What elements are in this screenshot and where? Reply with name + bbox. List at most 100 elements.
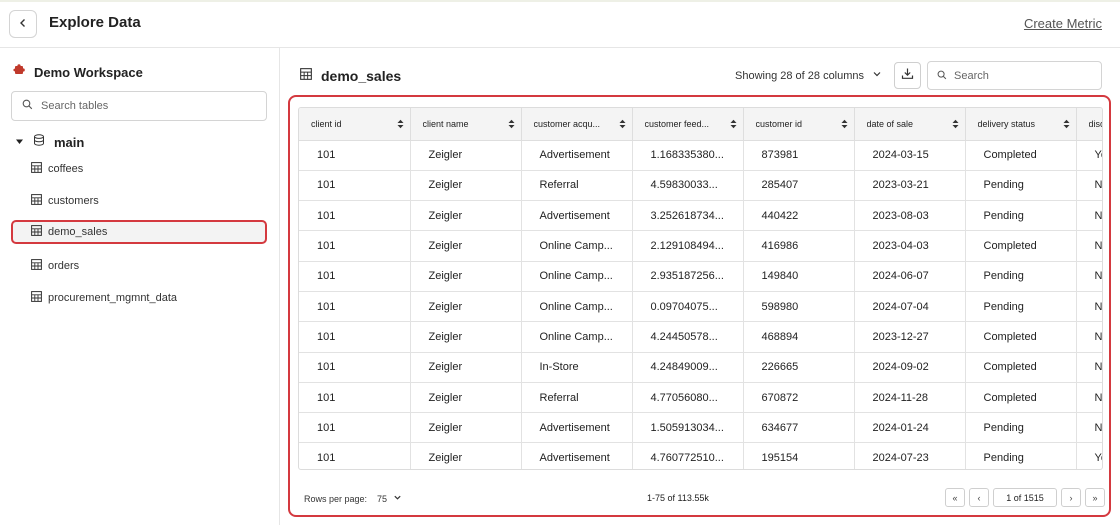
search-input[interactable] <box>954 69 1084 82</box>
row-range-label: 1-75 of 113.55k <box>647 493 709 503</box>
rows-per-page-value[interactable]: 75 <box>377 494 387 504</box>
table-cell: No <box>1076 352 1102 383</box>
sidebar-item-coffees[interactable]: coffees <box>11 157 267 181</box>
table-cell: 101 <box>299 170 411 202</box>
table-cell: 226665 <box>743 352 855 383</box>
rows-per-page-label: Rows per page: <box>304 493 368 504</box>
table-cell: Pending <box>965 261 1077 292</box>
table-cell: 101 <box>299 382 411 414</box>
table-cell: 101 <box>299 291 411 323</box>
table-header-row: client id client name customer acqu... cust… <box>299 108 1102 141</box>
sidebar: Demo Workspace main coffees customers de… <box>0 48 280 525</box>
column-header[interactable]: customer feed... <box>632 108 744 141</box>
table-body: 101 Zeigler Advertisement 1.168335380... 873… <box>299 140 1102 469</box>
last-page-button[interactable]: » <box>1085 488 1105 507</box>
data-grid[interactable]: client id client name customer acqu... cust… <box>298 107 1103 470</box>
table-cell: 2023-03-21 <box>854 170 966 202</box>
sort-icon[interactable] <box>508 119 515 129</box>
table-cell: Zeigler <box>410 352 522 383</box>
table-cell: Pending <box>965 291 1077 323</box>
workspace-header[interactable]: Demo Workspace <box>13 63 143 81</box>
table-row[interactable]: 101 Zeigler Online Camp... 4.24450578... 468… <box>299 321 1102 353</box>
column-visibility-dropdown[interactable]: Showing 28 of 28 columns <box>735 69 882 82</box>
table-cell: Ye <box>1076 140 1102 171</box>
tree-group-main[interactable]: main <box>15 133 84 151</box>
sort-icon[interactable] <box>730 119 737 129</box>
table-row[interactable]: 101 Zeigler In-Store 4.24849009... 226665 202… <box>299 352 1102 383</box>
data-table: client id client name customer acqu... cust… <box>299 108 1102 469</box>
table-cell: Zeigler <box>410 321 522 353</box>
sidebar-item-orders[interactable]: orders <box>11 254 267 278</box>
table-row[interactable]: 101 Zeigler Advertisement 3.252618734... 440… <box>299 200 1102 232</box>
main-panel: demo_sales Showing 28 of 28 columns clie… <box>281 48 1120 525</box>
column-header[interactable]: client name <box>410 108 522 141</box>
table-cell: 416986 <box>743 230 855 262</box>
column-header-label: customer id <box>755 118 803 129</box>
workspace-name: Demo Workspace <box>34 64 143 80</box>
chevron-down-icon[interactable] <box>393 493 402 504</box>
search-tables-field[interactable] <box>11 91 267 121</box>
table-row[interactable]: 101 Zeigler Online Camp... 2.129108494... 41… <box>299 230 1102 262</box>
chevron-left-icon: ‹ <box>977 492 981 503</box>
sidebar-item-procurement-mgmnt-data[interactable]: procurement_mgmnt_data <box>11 286 267 310</box>
column-header[interactable]: customer acqu... <box>521 108 633 141</box>
column-header-label: customer feed... <box>644 118 710 129</box>
table-cell: 0.09704075... <box>632 291 744 323</box>
sort-icon[interactable] <box>952 119 959 129</box>
search-icon <box>937 67 947 85</box>
next-page-button[interactable]: › <box>1061 488 1081 507</box>
table-row[interactable]: 101 Zeigler Advertisement 4.760772510... 195… <box>299 442 1102 469</box>
table-cell: Completed <box>965 321 1077 353</box>
table-row[interactable]: 101 Zeigler Advertisement 1.168335380... 873… <box>299 140 1102 171</box>
table-cell: Advertisement <box>521 200 633 232</box>
table-cell: 2023-08-03 <box>854 200 966 232</box>
sort-icon[interactable] <box>841 119 848 129</box>
sort-icon[interactable] <box>1063 119 1070 129</box>
sidebar-item-demo-sales[interactable]: demo_sales <box>11 220 267 244</box>
column-header[interactable]: customer id <box>743 108 855 141</box>
create-metric-link[interactable]: Create Metric <box>1024 16 1102 31</box>
table-cell: 4.24450578... <box>632 321 744 353</box>
table-cell: 2023-12-27 <box>854 321 966 353</box>
table-cell: 2024-03-15 <box>854 140 966 171</box>
table-cell: 670872 <box>743 382 855 414</box>
sidebar-item-label: coffees <box>48 163 84 175</box>
column-header[interactable]: date of sale <box>854 108 966 141</box>
rows-per-page-control[interactable]: Rows per page: 75 <box>304 493 402 504</box>
table-cell: Zeigler <box>410 442 522 469</box>
column-header[interactable]: disc <box>1076 108 1102 141</box>
table-row[interactable]: 101 Zeigler Referral 4.77056080... 670872 202… <box>299 382 1102 414</box>
search-tables-input[interactable] <box>41 100 241 112</box>
table-cell: 101 <box>299 442 411 469</box>
sort-icon[interactable] <box>619 119 626 129</box>
table-cell: Completed <box>965 352 1077 383</box>
table-row[interactable]: 101 Zeigler Advertisement 1.505913034... 634… <box>299 412 1102 444</box>
table-icon <box>300 67 312 85</box>
column-header[interactable]: client id <box>299 108 411 141</box>
table-title: demo_sales <box>321 68 402 84</box>
first-page-button[interactable]: « <box>945 488 965 507</box>
chevron-right-icon: › <box>1069 492 1073 503</box>
search-field[interactable] <box>927 61 1102 90</box>
sort-icon[interactable] <box>397 119 404 129</box>
table-cell: 195154 <box>743 442 855 469</box>
sidebar-item-customers[interactable]: customers <box>11 189 267 213</box>
prev-page-button[interactable]: ‹ <box>969 488 989 507</box>
download-button[interactable] <box>894 62 921 89</box>
table-cell: Advertisement <box>521 412 633 444</box>
table-cell: Zeigler <box>410 291 522 323</box>
table-cell: 440422 <box>743 200 855 232</box>
table-cell: Referral <box>521 382 633 414</box>
table-cell: Completed <box>965 382 1077 414</box>
sidebar-item-label: orders <box>48 260 80 272</box>
table-cell: No <box>1076 382 1102 414</box>
back-button[interactable] <box>9 10 37 38</box>
table-cell: 101 <box>299 352 411 383</box>
table-row[interactable]: 101 Zeigler Online Camp... 2.935187256... 14… <box>299 261 1102 292</box>
caret-down-icon[interactable] <box>15 133 24 151</box>
table-icon <box>31 225 42 239</box>
table-cell: Advertisement <box>521 442 633 469</box>
table-row[interactable]: 101 Zeigler Online Camp... 0.09704075... 598… <box>299 291 1102 323</box>
column-header[interactable]: delivery status <box>965 108 1077 141</box>
table-row[interactable]: 101 Zeigler Referral 4.59830033... 285407 202… <box>299 170 1102 202</box>
